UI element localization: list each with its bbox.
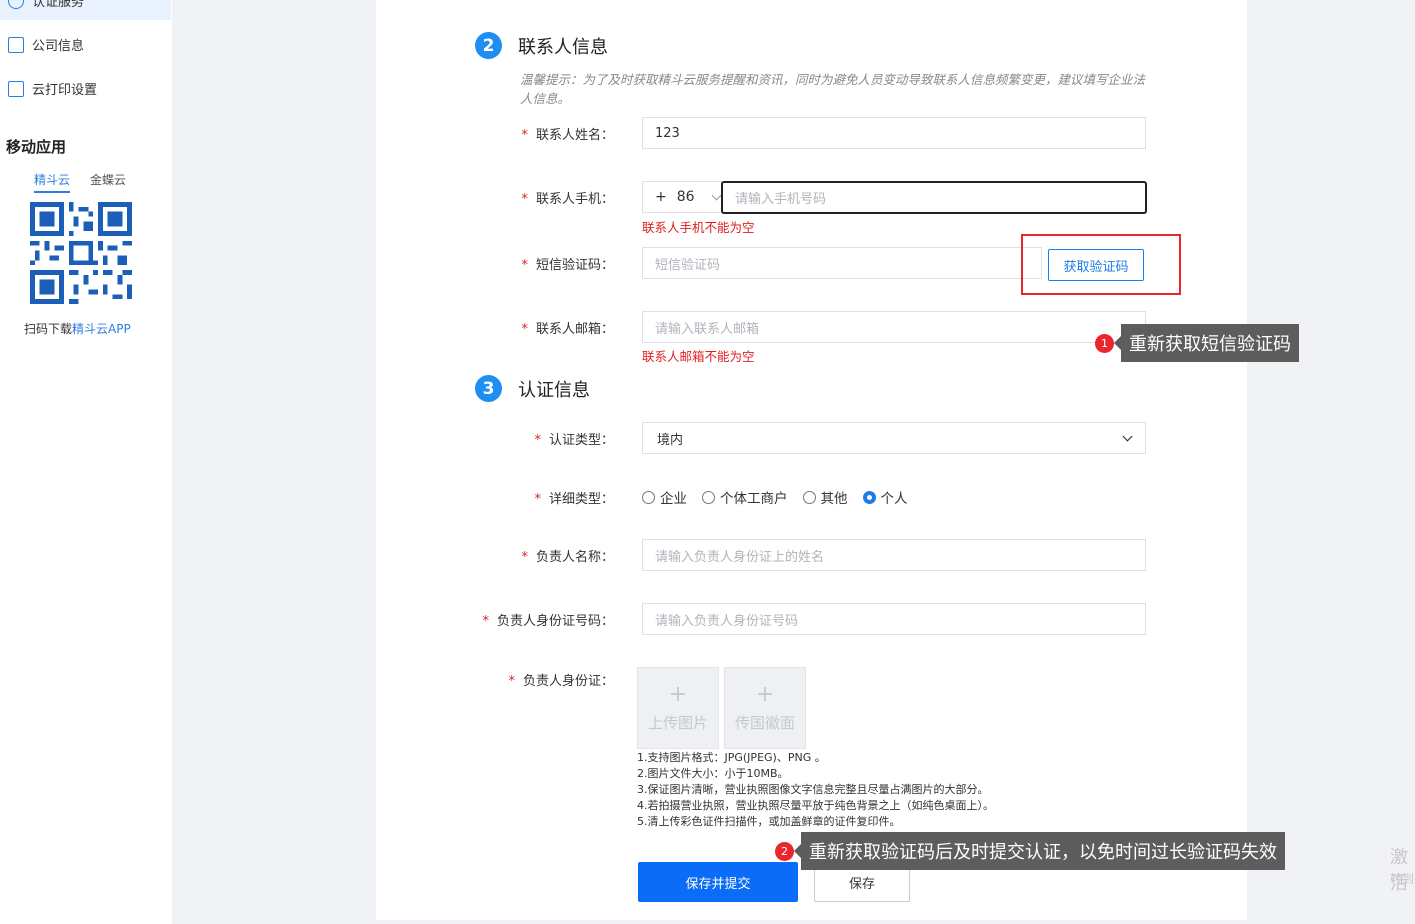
chevron-down-icon [1122,431,1133,441]
upload-label: 传国徽面 [734,713,795,732]
qr-caption: 扫码下载精斗云APP [24,320,131,337]
activation-watermark: 激活 [1390,847,1408,894]
step-number-badge: 3 [475,375,502,402]
owner-name-label: * 负责人名称： [521,550,614,565]
mobile-app-title: 移动应用 [6,138,67,156]
upload-front-button[interactable]: + 上传图片 [637,667,719,749]
plus-sign: + [655,189,667,205]
owner-id-label: * 负责人身份证号码： [482,614,614,629]
label-text: 详细类型： [548,492,614,507]
rule-line: 1.支持图片格式：JPG(JPEG)、PNG 。 [637,751,826,764]
section-title: 认证信息 [518,379,590,401]
owner-idcard-label: * 负责人身份证： [508,674,614,689]
radio-circle[interactable] [862,490,876,504]
owner-id-input[interactable]: 请输入负责人身份证号码 [642,603,1146,635]
rule-line: 5.清上传彩色证件扫描件，或加盖鲜章的证件复印件。 [637,815,901,828]
callout-tooltip: 重新获取短信验证码 [1114,324,1299,362]
tab-jingdouyun[interactable]: 精斗云 [34,171,71,193]
sidebar-item-cloud-print[interactable]: 云打印设置 [8,79,97,98]
auth-type-select[interactable]: 境内 [642,422,1146,454]
owner-name-input[interactable]: 请输入负责人身份证上的姓名 [642,539,1146,571]
section-title: 联系人信息 [518,36,608,58]
email-error-message: 联系人邮箱不能为空 [642,349,755,364]
phone-error-message: 联系人手机不能为空 [642,220,755,235]
tab-jindieyun[interactable]: 金蝶云 [90,171,126,193]
rule-line: 2.图片文件大小：小于10MB。 [637,767,789,780]
qr-code-icon [30,202,132,304]
callout-number-badge: 2 [775,841,794,861]
app-tabs: 精斗云 金蝶云 [34,171,126,193]
auth-type-label: * 认证类型： [534,433,614,448]
document-icon [8,36,24,53]
label-text: 负责人名称： [535,550,614,565]
radio-circle[interactable] [702,490,715,504]
sms-code-input[interactable]: 短信验证码 [642,247,1042,279]
radio-circle[interactable] [802,490,816,504]
radio-circle[interactable] [642,490,655,504]
radio-individual-business[interactable]: 个体工商户 [702,487,788,507]
sidebar-item-label: 公司信息 [32,39,85,54]
label-text: 负责人身份证： [522,674,614,689]
callout-number-badge: 1 [1095,333,1114,353]
sidebar-item-label: 认证服务 [32,0,85,10]
label-text: 联系人手机： [535,192,614,207]
label-text: 联系人邮箱： [535,322,614,337]
label-text: 短信验证码： [535,258,614,273]
plus-icon: + [668,681,688,707]
radio-label: 企业 [660,491,687,507]
radio-personal[interactable]: 个人 [862,487,908,507]
label-text: 负责人身份证号码： [496,614,614,629]
contact-phone-label: * 联系人手机： [521,192,614,207]
upload-back-button[interactable]: + 传国徽面 [724,667,806,749]
qr-caption-text: 扫码下载 [24,322,73,336]
qr-caption-link[interactable]: 精斗云APP [72,322,131,336]
callout-1: 1 重新获取短信验证码 [1095,324,1299,362]
sidebar-item-auth-service[interactable]: 认证服务 [8,0,84,10]
detail-type-label: * 详细类型： [534,492,614,507]
upload-rules: 1.支持图片格式：JPG(JPEG)、PNG 。 2.图片文件大小：小于10MB… [637,750,994,830]
chevron-down-icon [711,190,722,200]
contact-hint: 温馨提示：为了及时获取精斗云服务提醒和资讯，同时为避免人员变动导致联系人信息频繁… [520,72,1146,106]
sidebar-item-company-info[interactable]: 公司信息 [8,35,84,54]
step-number-badge: 2 [475,32,502,59]
detail-type-radio-group: 企业 个体工商户 其他 个人 [642,487,908,507]
country-code: 86 [676,189,695,205]
rule-line: 4.若拍摄营业执照，营业执照尽量平放于纯色背景之上（如纯色桌面上）。 [637,799,994,812]
auth-type-value: 境内 [657,432,684,448]
radio-enterprise[interactable]: 企业 [642,487,687,507]
activation-watermark-sub: 转到 [1390,872,1415,886]
radio-other[interactable]: 其他 [802,487,848,507]
label-text: 联系人姓名： [535,128,614,143]
sidebar: 认证服务 公司信息 云打印设置 移动应用 精斗云 金蝶云 扫码下载精斗云APP [0,0,172,924]
upload-label: 上传图片 [647,713,708,732]
rule-line: 3.保证图片清晰，营业执照图像文字信息完整且尽量占满图片的大部分。 [637,783,989,796]
plus-icon: + [755,681,775,707]
contact-email-input[interactable]: 请输入联系人邮箱 [642,311,1146,343]
printer-icon [8,80,24,97]
contact-phone-input[interactable]: 请输入手机号码 [721,181,1147,214]
radio-label: 个人 [880,491,908,507]
country-code-select[interactable]: + 86 [642,181,722,213]
label-text: 认证类型： [548,433,614,448]
sidebar-item-label: 云打印设置 [32,83,98,98]
contact-name-input[interactable]: 123 [642,117,1146,149]
contact-name-label: * 联系人姓名： [521,128,614,143]
save-and-submit-button[interactable]: 保存并提交 [638,862,798,902]
radio-label: 其他 [820,491,848,507]
target-icon [8,0,24,9]
highlight-box [1021,234,1181,295]
callout-2: 2 重新获取验证码后及时提交认证，以免时间过长验证码失效 [775,832,1285,870]
callout-tooltip: 重新获取验证码后及时提交认证，以免时间过长验证码失效 [794,832,1285,870]
section-contact-header: 2 联系人信息 [475,32,608,59]
sms-code-label: * 短信验证码： [521,258,614,273]
section-auth-header: 3 认证信息 [475,375,590,402]
contact-email-label: * 联系人邮箱： [521,322,614,337]
radio-label: 个体工商户 [720,491,788,507]
